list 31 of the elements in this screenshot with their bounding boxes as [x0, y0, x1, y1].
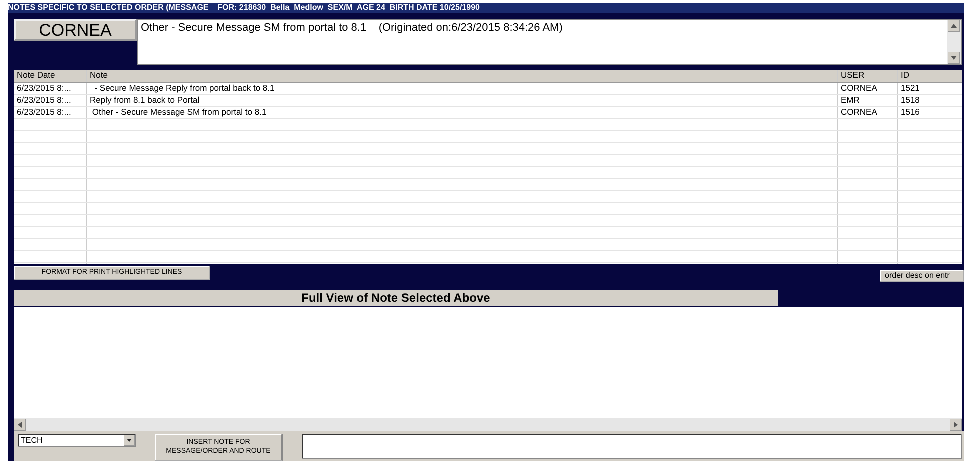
note-text: Other - Secure Message SM from portal to 8.1 (Originated on:6/23/2015 8:34:26 AM)	[140, 21, 564, 36]
scroll-right-icon[interactable]	[950, 418, 962, 431]
column-header[interactable]: Note Date	[14, 70, 87, 82]
input-field[interactable]	[302, 434, 962, 459]
column-header[interactable]: USER	[838, 70, 898, 82]
scroll-left-icon[interactable]	[14, 418, 26, 431]
table-cell: Reply from 8.1 back to Portal	[87, 95, 838, 106]
scroll-down-icon[interactable]	[948, 52, 960, 64]
table-cell: 6/23/2015 8:...	[14, 107, 87, 118]
window-title: NOTES SPECIFIC TO SELECTED ORDER (MESSAGE FOR: 218630 Bella Medlow SEX/M AGE 24 BIRTH DATE 10/25/1990	[8, 3, 964, 13]
table-cell: CORNEA	[838, 107, 898, 118]
table-cell: Other - Secure Message SM from portal to 8.1	[87, 107, 838, 118]
table-cell-text: 1516	[900, 107, 921, 118]
scroll-up-icon[interactable]	[948, 20, 960, 32]
dropdown-arrow-icon[interactable]	[124, 434, 135, 446]
table-cell: - Secure Message Reply from portal back to 8.1	[87, 83, 838, 94]
table-cell-text: 1521	[900, 83, 921, 94]
note-text-box[interactable]: Other - Secure Message SM from portal to 8.1 (Originated on:6/23/2015 8:34:26 AM)	[137, 19, 962, 65]
user-button[interactable]: CORNEA	[14, 19, 137, 41]
table-cell: EMR	[838, 95, 898, 106]
column-header[interactable]: Note	[87, 70, 838, 82]
role-dropdown[interactable]: TECH	[18, 434, 136, 447]
table-cell: CORNEA	[838, 83, 898, 94]
order-button[interactable]: order desc on entr	[880, 270, 964, 282]
table-cell: 6/23/2015 8:...	[14, 83, 87, 94]
column-header[interactable]: ID	[898, 70, 962, 82]
scrollbar[interactable]	[947, 20, 961, 64]
table-cell: 6/23/2015 8:...	[14, 95, 87, 106]
horizontal-scrollbar[interactable]	[14, 418, 962, 431]
table-cell-text: 1518	[900, 95, 921, 106]
section-header: Full View of Note Selected Above	[14, 290, 778, 306]
